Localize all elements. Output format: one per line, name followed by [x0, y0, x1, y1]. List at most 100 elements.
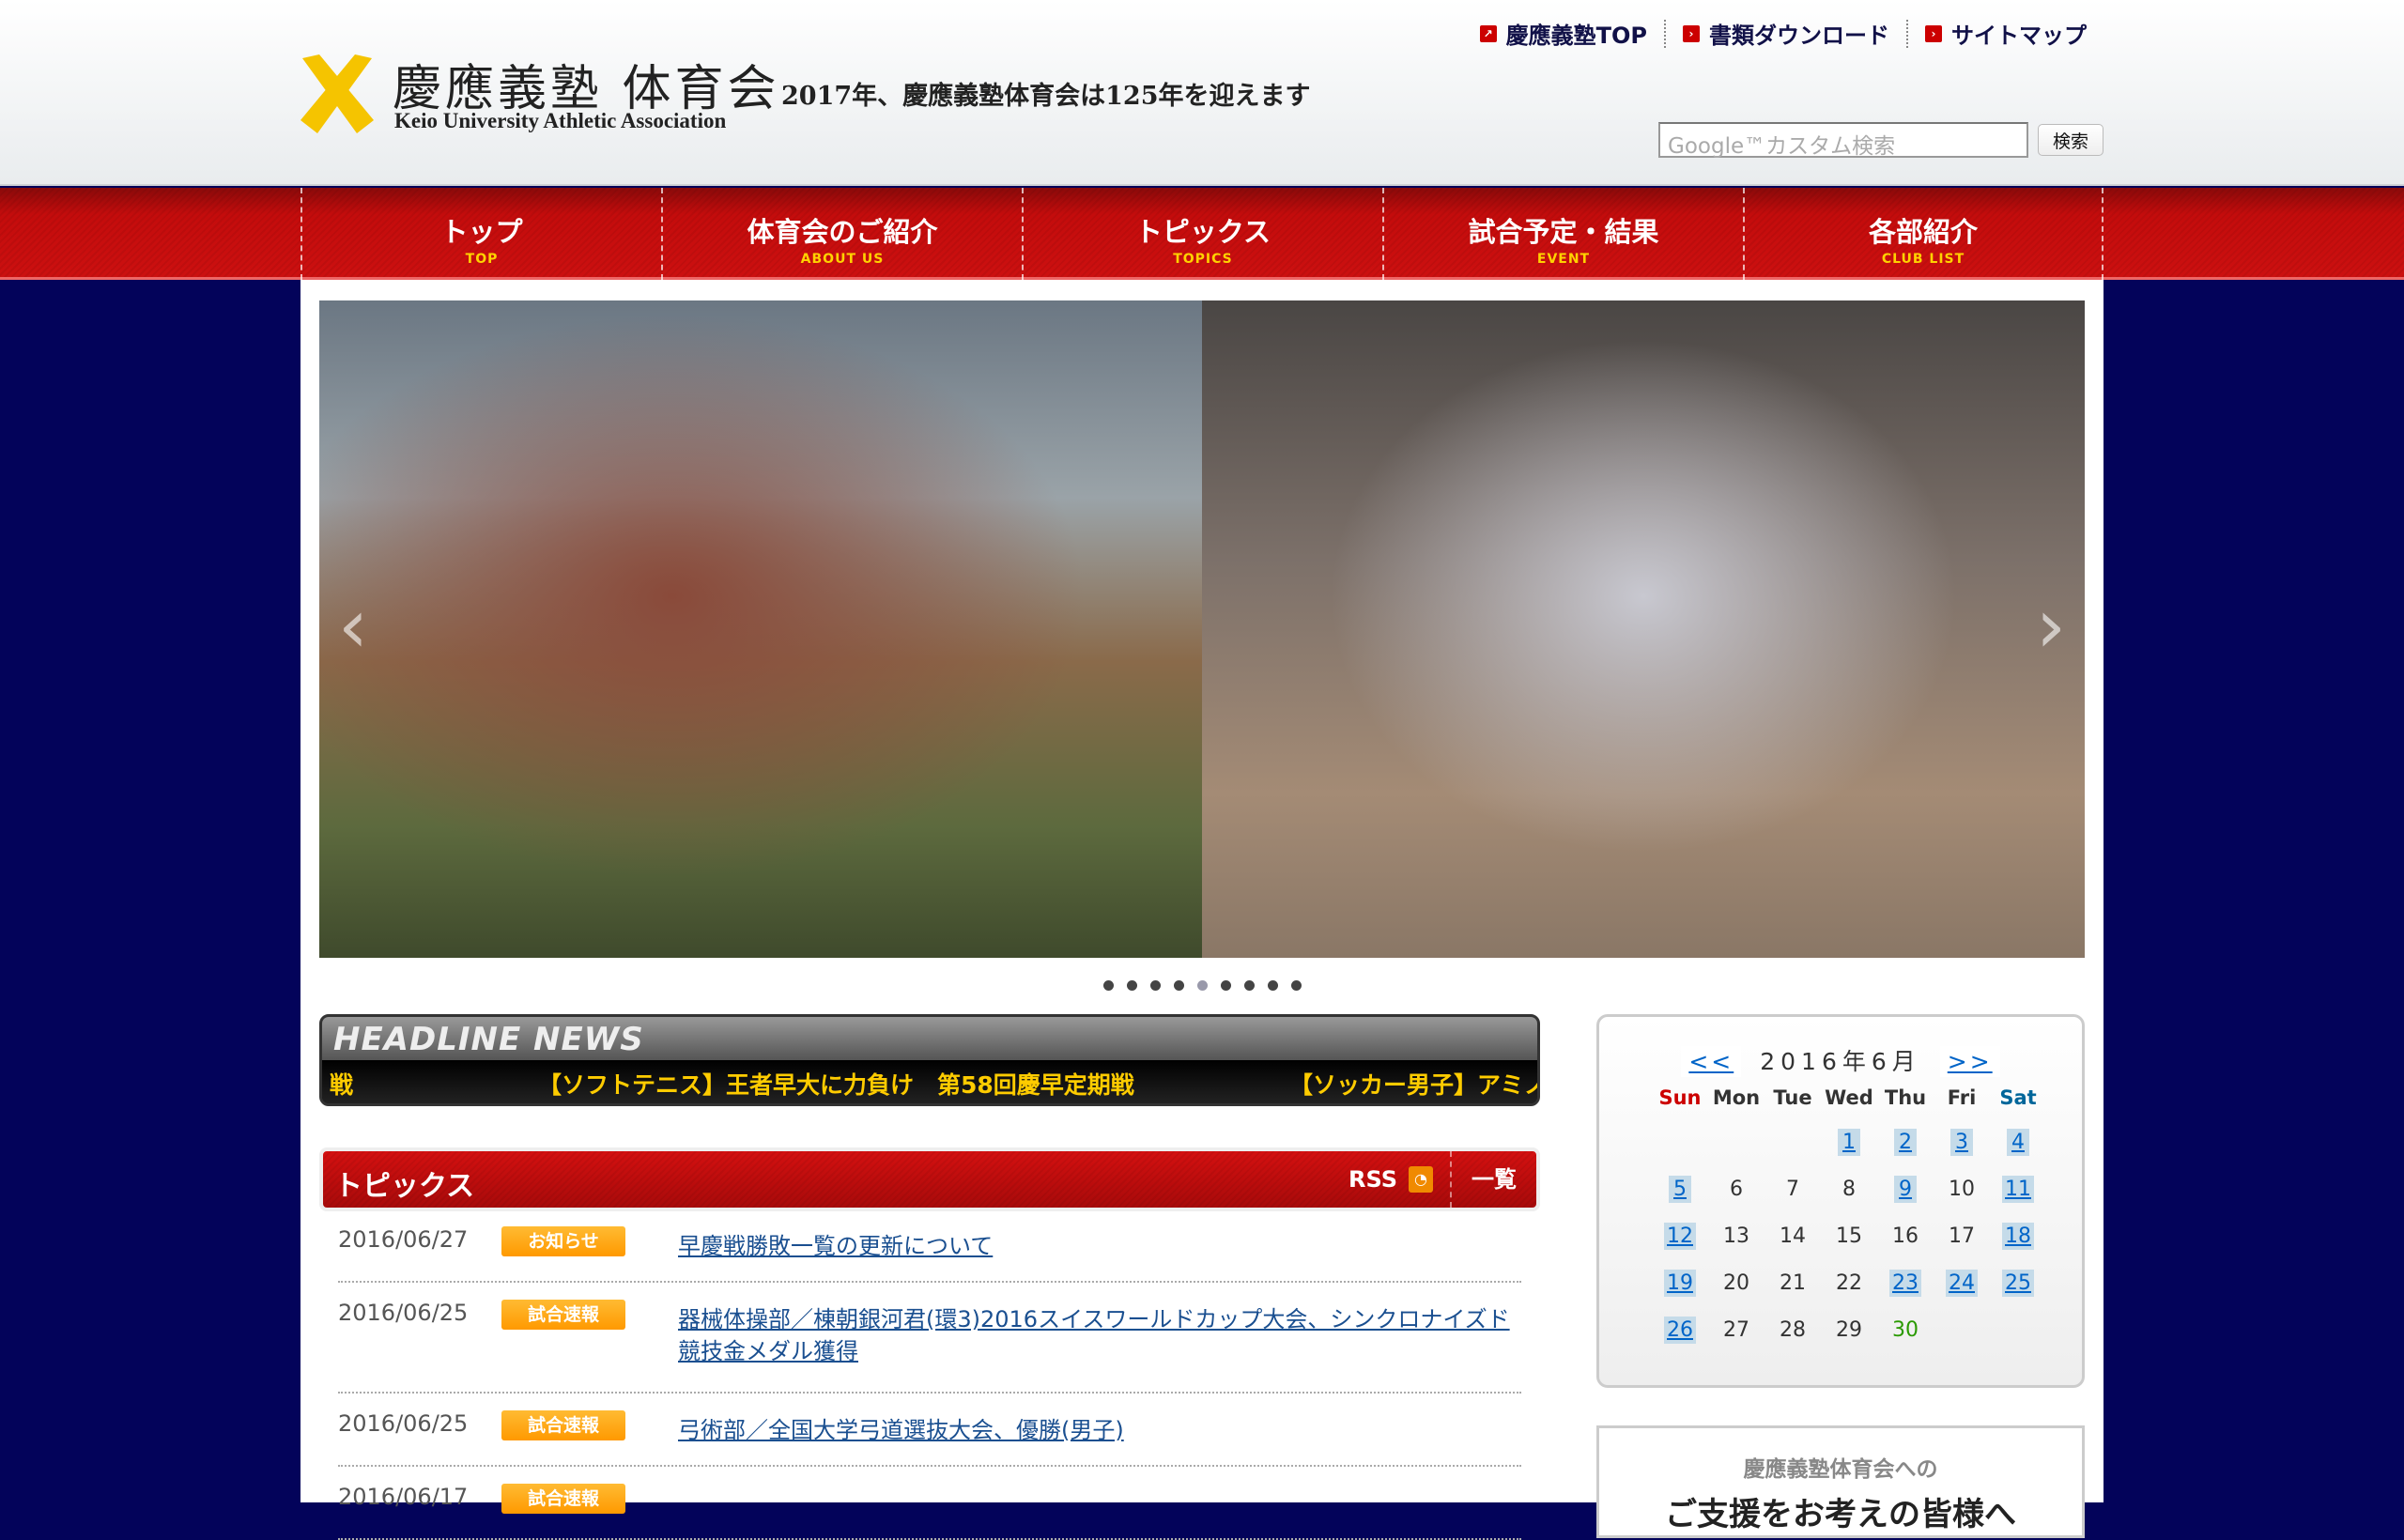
rss-link[interactable]: RSS ◔	[1348, 1166, 1433, 1193]
headline-item[interactable]: 戦	[330, 1067, 353, 1101]
search-button[interactable]: 検索	[2038, 124, 2104, 156]
calendar-day-link[interactable]: 19	[1664, 1269, 1696, 1297]
slider-dot[interactable]	[1196, 980, 1208, 991]
calendar-day-link[interactable]: 4	[2007, 1128, 2029, 1156]
weekday-label: Tue	[1773, 1086, 1812, 1109]
topic-title-link[interactable]: 器械体操部／棟朝銀河君(環3)2016スイスワールドカップ大会、シンクロナイズド…	[678, 1303, 1523, 1367]
calendar-day[interactable]: 2	[1877, 1118, 1934, 1165]
keio-top-link[interactable]: ↗ 慶應義塾TOP	[1463, 17, 1664, 50]
calendar: << 2016年6月 >> Sun Mon Tue Wed Thu Fri Sat 1 2 3 4 5 6 7…	[1596, 1014, 2085, 1388]
downloads-link[interactable]: › 書類ダウンロード	[1666, 17, 1906, 50]
calendar-day[interactable]: 26	[1652, 1306, 1708, 1353]
main-nav: トップ TOP 体育会のご紹介 ABOUT US トピックス TOPICS 試合予定・…	[0, 188, 2404, 280]
calendar-day: 30	[1892, 1317, 1919, 1342]
calendar-day-link[interactable]: 12	[1664, 1222, 1696, 1250]
weekday-label: Mon	[1712, 1086, 1761, 1109]
slider-dot[interactable]	[1126, 980, 1137, 991]
calendar-day: 8	[1842, 1177, 1856, 1201]
calendar-day-link[interactable]: 9	[1894, 1175, 1917, 1203]
nav-sublabel: CLUB LIST	[1881, 252, 1965, 267]
calendar-day-link[interactable]: 1	[1838, 1128, 1860, 1156]
calendar-day-link[interactable]: 26	[1664, 1316, 1696, 1344]
nav-label: 試合予定・結果	[1468, 216, 1659, 248]
slider-dot[interactable]	[1220, 980, 1231, 991]
topic-badge: 試合速報	[501, 1410, 625, 1440]
nav-clubs[interactable]: 各部紹介 CLUB LIST	[1743, 188, 2104, 280]
topic-title-link[interactable]: 弓術部／全国大学弓道選抜大会、優勝(男子)	[678, 1414, 1523, 1446]
topics-header: トピックス RSS ◔ 一覧	[319, 1147, 1540, 1211]
slide-image-football-2	[1202, 300, 2085, 958]
topic-item: 2016/06/27 お知らせ 早慶戦勝敗一覧の更新について	[338, 1226, 1521, 1283]
calendar-day-link[interactable]: 24	[1946, 1269, 1978, 1297]
support-banner[interactable]: 慶應義塾体育会への ご支援をお考えの皆様へ	[1596, 1425, 2085, 1538]
calendar-day: 20	[1723, 1270, 1749, 1295]
topic-badge: 試合速報	[501, 1300, 625, 1330]
support-line2: ご支援をお考えの皆様へ	[1665, 1496, 2016, 1533]
calendar-day-link[interactable]: 25	[2002, 1269, 2034, 1297]
calendar-day[interactable]: 9	[1877, 1165, 1934, 1212]
chevron-right-icon: ›	[1925, 24, 1942, 42]
topic-date: 2016/06/25	[338, 1410, 469, 1437]
next-slide-icon[interactable]: ›	[2036, 582, 2066, 670]
calendar-day-link[interactable]: 11	[2002, 1175, 2034, 1203]
calendar-day[interactable]: 3	[1934, 1118, 1990, 1165]
calendar-next-month[interactable]: >>	[1939, 1046, 2000, 1077]
calendar-day[interactable]: 18	[1990, 1212, 2046, 1259]
calendar-day: 14	[1780, 1224, 1806, 1248]
slider-dot[interactable]	[1290, 980, 1302, 991]
calendar-day-link[interactable]: 2	[1894, 1128, 1917, 1156]
nav-sublabel: TOP	[465, 252, 499, 267]
weekday-label: Sun	[1658, 1086, 1702, 1109]
calendar-day[interactable]: 4	[1990, 1118, 2046, 1165]
rss-icon: ◔	[1409, 1166, 1433, 1193]
calendar-day[interactable]: 12	[1652, 1212, 1708, 1259]
calendar-day[interactable]: 19	[1652, 1259, 1708, 1306]
slide-image-football	[319, 300, 1202, 958]
calendar-day: 22	[1836, 1270, 1862, 1295]
calendar-day[interactable]: 24	[1934, 1259, 1990, 1306]
calendar-day-link[interactable]: 3	[1950, 1128, 1973, 1156]
calendar-day[interactable]: 11	[1990, 1165, 2046, 1212]
link-label: 書類ダウンロード	[1709, 23, 1889, 49]
calendar-day[interactable]: 5	[1652, 1165, 1708, 1212]
calendar-day: 7	[1786, 1177, 1799, 1201]
headline-item[interactable]: 【ソッカー男子】アミノバ	[1289, 1067, 1537, 1101]
logo-icon[interactable]	[299, 54, 376, 133]
headline-title: HEADLINE NEWS	[322, 1017, 1537, 1060]
calendar-day[interactable]: 1	[1821, 1118, 1877, 1165]
slider-dot[interactable]	[1149, 980, 1161, 991]
calendar-day[interactable]: 23	[1877, 1259, 1934, 1306]
slider-dot[interactable]	[1102, 980, 1114, 991]
calendar-day: 21	[1780, 1270, 1806, 1295]
topic-item: 2016/06/17 試合速報	[338, 1484, 1521, 1540]
prev-slide-icon[interactable]: ‹	[338, 582, 368, 670]
nav-event[interactable]: 試合予定・結果 EVENT	[1382, 188, 1743, 280]
nav-top[interactable]: トップ TOP	[300, 188, 661, 280]
main-content: ‹ › HEADLINE NEWS 戦 【ソフトテニス】王者早大に力負け 第58…	[300, 280, 2104, 1540]
nav-about[interactable]: 体育会のご紹介 ABOUT US	[661, 188, 1022, 280]
slider-dot[interactable]	[1243, 980, 1255, 991]
calendar-prev-month[interactable]: <<	[1681, 1046, 1742, 1077]
hero-slider[interactable]: ‹ ›	[319, 300, 2085, 958]
calendar-day	[1764, 1118, 1821, 1165]
sitemap-link[interactable]: › サイトマップ	[1908, 17, 2104, 50]
topic-date: 2016/06/27	[338, 1226, 469, 1253]
search-input[interactable]: Google™カスタム検索	[1658, 122, 2028, 159]
calendar-day[interactable]: 25	[1990, 1259, 2046, 1306]
headline-item[interactable]: 【ソフトテニス】王者早大に力負け 第58回慶早定期戦	[538, 1067, 1134, 1101]
slider-dot[interactable]	[1173, 980, 1184, 991]
calendar-day-link[interactable]: 23	[1889, 1269, 1921, 1297]
nav-label: 体育会のご紹介	[747, 216, 938, 248]
topic-title-link[interactable]: 早慶戦勝敗一覧の更新について	[678, 1230, 1523, 1262]
nav-sublabel: EVENT	[1536, 252, 1591, 267]
weekday-label: Fri	[1947, 1086, 1977, 1109]
topic-item: 2016/06/25 試合速報 器械体操部／棟朝銀河君(環3)2016スイスワールド…	[338, 1300, 1521, 1394]
calendar-day-link[interactable]: 18	[2002, 1222, 2034, 1250]
calendar-day: 15	[1836, 1224, 1862, 1248]
nav-topics[interactable]: トピックス TOPICS	[1022, 188, 1382, 280]
topics-list-link[interactable]: 一覧	[1450, 1151, 1536, 1208]
topic-badge: お知らせ	[501, 1226, 625, 1256]
chevron-right-icon: ›	[1683, 24, 1700, 42]
calendar-day-link[interactable]: 5	[1669, 1175, 1691, 1203]
slider-dot[interactable]	[1267, 980, 1278, 991]
